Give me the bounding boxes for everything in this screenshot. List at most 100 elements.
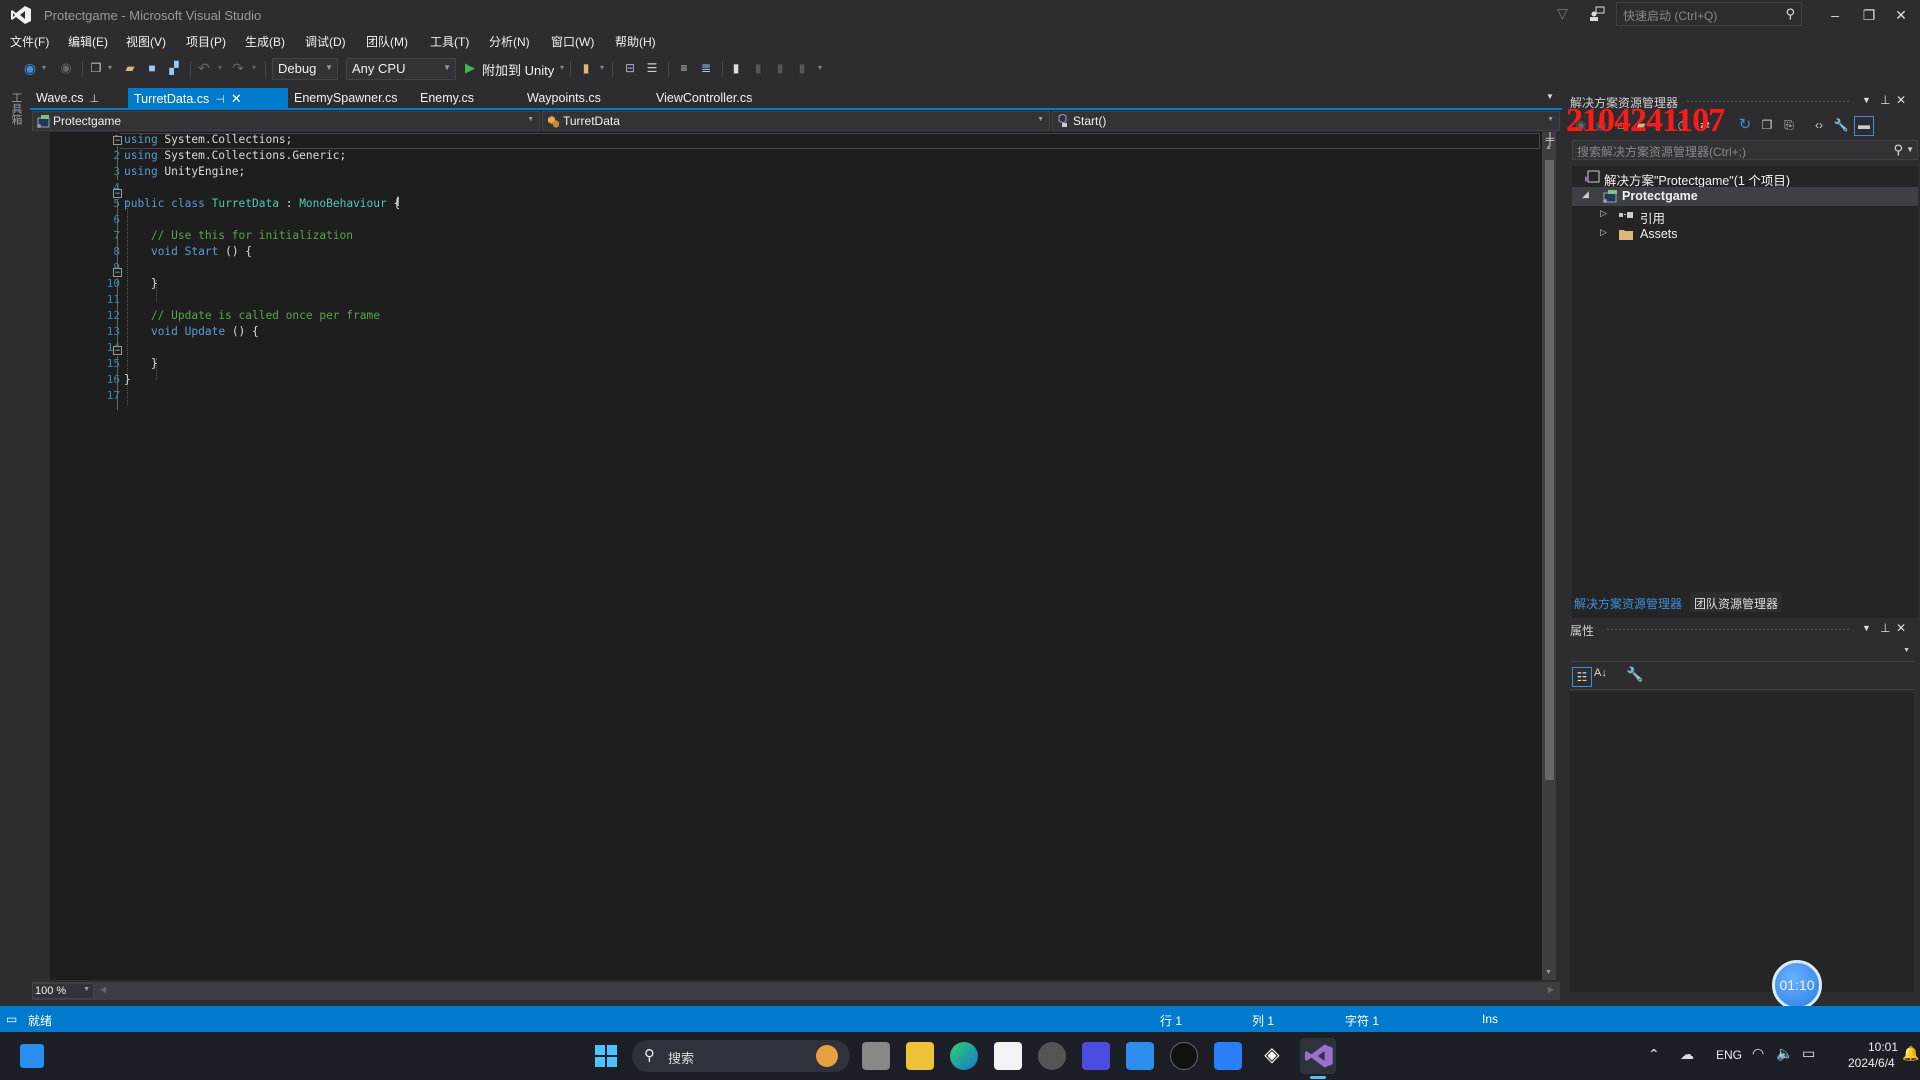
save-icon[interactable]: ■ [144, 60, 160, 76]
tab-enemyspawner-cs[interactable]: EnemySpawner.cs [258, 88, 398, 108]
refresh-icon[interactable]: ↻ [1736, 116, 1754, 134]
unity-icon[interactable]: ◈ [1258, 1042, 1286, 1070]
feedback-icon[interactable] [1589, 6, 1605, 22]
categorized-icon[interactable]: ☷ [1572, 667, 1592, 687]
file-explorer-icon[interactable] [906, 1042, 934, 1070]
horizontal-scrollbar[interactable]: 100 % ▼ ◀ ▶ [32, 982, 1560, 1000]
clock-date[interactable]: 2024/6/4 [1848, 1056, 1895, 1070]
visual-studio-icon[interactable] [1300, 1038, 1336, 1074]
timer-overlay[interactable]: 01:10 [1772, 960, 1822, 1010]
overflow-icon[interactable]: ▾ [594, 60, 610, 76]
app-icon[interactable] [1082, 1042, 1110, 1070]
clock-time[interactable]: 10:01 [1868, 1040, 1898, 1054]
code-line[interactable]: public class TurretData : MonoBehaviour … [124, 197, 400, 210]
prev-bookmark-icon[interactable]: ▮ [750, 60, 766, 76]
volume-icon[interactable]: 🔈 [1776, 1045, 1793, 1062]
attach-to-unity-button[interactable]: 附加到 Unity [482, 60, 554, 79]
code-line[interactable]: } [124, 357, 158, 370]
step-into-icon[interactable]: ⊟ [622, 60, 638, 76]
comment-icon[interactable]: ≡ [676, 60, 692, 76]
search-icon[interactable]: ⚲ [1893, 142, 1903, 158]
object-selector-dropdown[interactable]: ▼ [1570, 642, 1914, 662]
app-icon[interactable] [1038, 1042, 1066, 1070]
undo-icon[interactable]: ↶ [196, 60, 212, 76]
code-editor[interactable]: 1234567891011121314151617 − − − − using … [32, 132, 1542, 980]
collapse-icon[interactable]: − [113, 189, 122, 198]
clear-bookmark-icon[interactable]: ▮ [794, 60, 810, 76]
forward-icon[interactable]: ◉ [58, 60, 74, 76]
menu-help[interactable]: 帮助(H) [615, 33, 656, 50]
code-line[interactable]: void Start () { [124, 245, 252, 258]
menu-edit[interactable]: 编辑(E) [68, 33, 108, 50]
code-line[interactable]: } [124, 277, 158, 290]
pin-icon[interactable]: ⊥ [1880, 621, 1890, 635]
notification-filter-icon[interactable]: ▽ [1557, 5, 1573, 21]
zoom-level-select[interactable]: 100 % ▼ [32, 983, 94, 999]
insert-mode-indicator[interactable]: Ins [1482, 1012, 1498, 1026]
scroll-left-icon[interactable]: ◀ [100, 985, 106, 994]
save-all-icon[interactable]: ▞ [166, 60, 182, 76]
tab-wave-cs[interactable]: Wave.cs ⊥ [30, 88, 126, 108]
tree-item-solution[interactable]: 解决方案"Protectgame"(1 个项目) [1572, 168, 1918, 188]
restore-button[interactable]: ❐ [1856, 4, 1882, 26]
quick-launch-input[interactable]: 快速启动 (Ctrl+Q) ⚲ [1616, 2, 1802, 26]
pin-icon[interactable]: ⊣ [215, 94, 225, 106]
collapsed-arrow-icon[interactable]: ▷ [1600, 227, 1607, 238]
code-line[interactable]: } [124, 373, 131, 386]
show-hidden-icons-icon[interactable]: ⌃ [1648, 1046, 1660, 1063]
property-pages-wrench-icon[interactable]: 🔧 [1626, 666, 1643, 683]
edge-icon[interactable] [950, 1042, 978, 1070]
configuration-select[interactable]: Debug ▼ [272, 58, 338, 80]
new-dropdown-icon[interactable]: ▾ [102, 60, 118, 76]
open-file-icon[interactable]: ▰ [122, 60, 138, 76]
find-in-files-icon[interactable]: ▮ [578, 60, 594, 76]
app-icon[interactable] [1214, 1042, 1242, 1070]
undo-dropdown-icon[interactable]: ▾ [212, 60, 228, 76]
collapsed-arrow-icon[interactable]: ▷ [1600, 208, 1607, 219]
expanded-arrow-icon[interactable]: ◢ [1582, 189, 1589, 200]
back-dropdown-icon[interactable]: ▾ [36, 60, 52, 76]
layout-icon[interactable]: ☰ [644, 60, 660, 76]
menu-debug[interactable]: 调试(D) [305, 33, 346, 50]
split-window-icon[interactable]: ╪ [1542, 132, 1558, 146]
next-bookmark-icon[interactable]: ▮ [772, 60, 788, 76]
collapse-icon[interactable]: − [113, 268, 122, 277]
menu-window[interactable]: 窗口(W) [551, 33, 594, 50]
close-panel-icon[interactable]: ✕ [1896, 93, 1906, 107]
notification-bell-icon[interactable]: 🔔 [1902, 1045, 1919, 1062]
code-line[interactable]: using System.Collections; [124, 133, 292, 146]
tree-item-references[interactable]: ▷ 引用 [1572, 206, 1918, 226]
toolbar-overflow-icon[interactable]: ▾ [812, 60, 828, 76]
code-line[interactable]: using System.Collections.Generic; [124, 149, 346, 162]
bookmark-icon[interactable]: ▮ [728, 60, 744, 76]
menu-team[interactable]: 团队(M) [366, 33, 408, 50]
solution-explorer-search-input[interactable]: 搜索解决方案资源管理器(Ctrl+;) ⚲ ▼ [1572, 140, 1918, 160]
menu-file[interactable]: 文件(F) [10, 33, 49, 50]
taskbar-search-box[interactable]: ⚲ 搜索 [632, 1040, 850, 1072]
onedrive-icon[interactable]: ☁ [1680, 1046, 1694, 1063]
collapse-icon[interactable]: − [113, 346, 122, 355]
attach-dropdown-icon[interactable]: ▾ [554, 60, 570, 76]
code-line[interactable]: // Use this for initialization [124, 229, 353, 242]
wifi-icon[interactable]: ◠ [1752, 1045, 1764, 1062]
pin-icon[interactable]: ⊥ [89, 93, 99, 105]
search-options-dropdown-icon[interactable]: ▼ [1906, 145, 1914, 154]
tab-enemy-cs[interactable]: Enemy.cs [414, 88, 514, 108]
app-icon[interactable] [1170, 1042, 1198, 1070]
menu-tools[interactable]: 工具(T) [430, 33, 469, 50]
tab-team-explorer[interactable]: 团队资源管理器 [1690, 592, 1783, 612]
window-position-dropdown-icon[interactable]: ▼ [1862, 623, 1871, 633]
vertical-scrollbar[interactable]: ▲ ▼ [1542, 132, 1556, 980]
collapse-all-icon[interactable]: ❐ [1758, 116, 1776, 134]
uncomment-icon[interactable]: ≣ [698, 60, 714, 76]
battery-icon[interactable]: ▭ [1802, 1045, 1815, 1062]
scrollbar-thumb[interactable] [1545, 160, 1554, 780]
redo-dropdown-icon[interactable]: ▾ [246, 60, 262, 76]
close-panel-icon[interactable]: ✕ [1896, 621, 1906, 635]
scroll-right-icon[interactable]: ▶ [1548, 985, 1554, 994]
code-line[interactable]: // Update is called once per frame [124, 309, 380, 322]
member-dropdown[interactable]: Start() ▼ [1052, 111, 1560, 131]
tab-waypoints-cs[interactable]: Waypoints.cs [521, 88, 641, 108]
language-indicator[interactable]: ENG [1716, 1048, 1742, 1062]
toolbox-tab[interactable]: 工具箱 [8, 92, 22, 132]
